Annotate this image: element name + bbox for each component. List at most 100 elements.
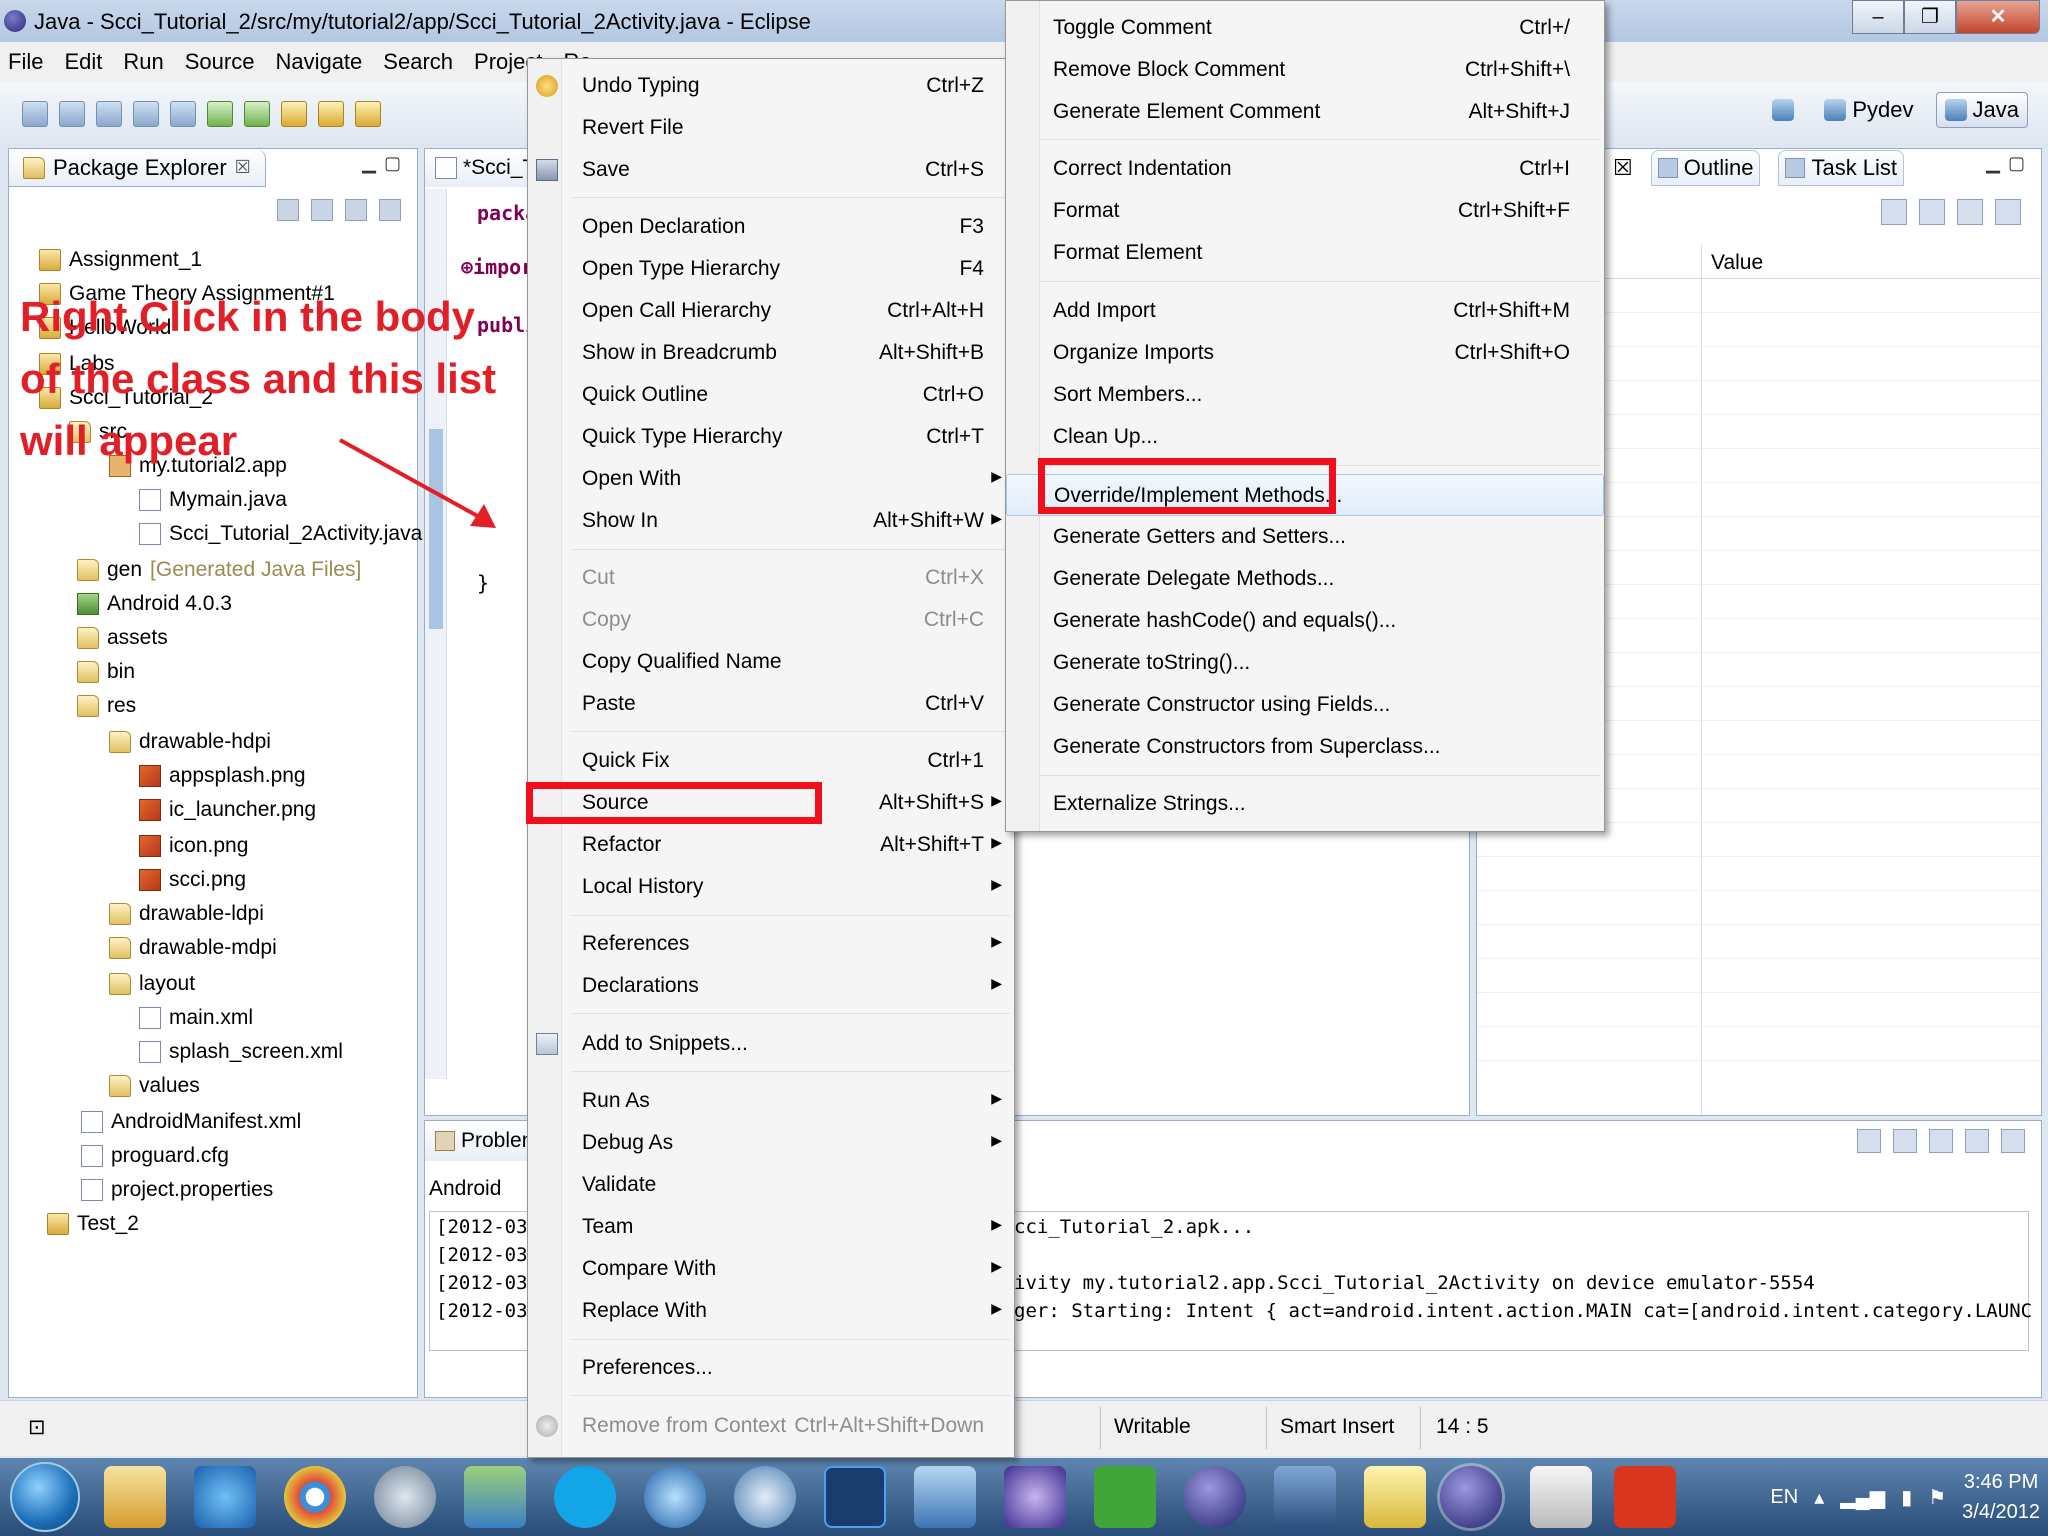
link-editor-icon[interactable] xyxy=(311,199,333,221)
qt-creator-icon[interactable] xyxy=(1094,1466,1156,1528)
submenu-item-format-element[interactable]: Format Element xyxy=(1006,232,1604,274)
menu-item-quick-outline[interactable]: Quick Outline Ctrl+O xyxy=(528,374,1014,416)
new-dropdown-icon[interactable] xyxy=(59,101,85,127)
eclipse-active-icon[interactable] xyxy=(1440,1466,1502,1528)
menu-item-validate[interactable]: Validate xyxy=(528,1164,1014,1206)
tree-item[interactable]: main.xml xyxy=(139,1001,253,1035)
menu-item-run-as[interactable]: Run As ▶ xyxy=(528,1080,1014,1122)
tree-item[interactable]: gen [Generated Java Files] xyxy=(77,553,361,587)
menu-item-debug-as[interactable]: Debug As ▶ xyxy=(528,1122,1014,1164)
menu-item-remove-from-context[interactable]: Remove from Context Ctrl+Alt+Shift+Down xyxy=(528,1405,1014,1447)
menu-item-refactor[interactable]: Refactor Alt+Shift+T ▶ xyxy=(528,824,1014,866)
signal-icon[interactable]: ▂▄▆ xyxy=(1840,1485,1885,1510)
menu-item-revert-file[interactable]: Revert File xyxy=(528,107,1014,149)
menu-search[interactable]: Search xyxy=(383,49,453,75)
close-view-icon[interactable]: ☒ xyxy=(235,157,251,178)
itunes-icon[interactable] xyxy=(644,1466,706,1528)
castle-app-icon[interactable] xyxy=(1274,1466,1336,1528)
photo-viewer-icon[interactable] xyxy=(914,1466,976,1528)
tree-item[interactable]: appsplash.png xyxy=(139,759,306,793)
menu-navigate[interactable]: Navigate xyxy=(275,49,362,75)
submenu-item-add-import[interactable]: Add Import Ctrl+Shift+M xyxy=(1006,290,1604,332)
menu-item-save[interactable]: Save Ctrl+S xyxy=(528,149,1014,191)
view-menu-icon[interactable] xyxy=(379,199,401,221)
tree-item[interactable]: Assignment_1 xyxy=(39,243,202,277)
menu-edit[interactable]: Edit xyxy=(64,49,102,75)
package-explorer-tab[interactable]: Package Explorer ☒ xyxy=(9,149,266,187)
perspective-java[interactable]: Java xyxy=(1935,92,2028,128)
menu-item-quick-type-hierarchy[interactable]: Quick Type Hierarchy Ctrl+T xyxy=(528,416,1014,458)
language-indicator[interactable]: EN xyxy=(1770,1486,1798,1509)
power-icon[interactable]: ▮ xyxy=(1901,1485,1912,1510)
presentation-icon[interactable] xyxy=(1614,1466,1676,1528)
save-all-icon[interactable] xyxy=(133,101,159,127)
submenu-item-clean-up[interactable]: Clean Up... xyxy=(1006,416,1604,458)
view-controls[interactable]: ▁▢ xyxy=(362,153,409,174)
tree-item[interactable]: project.properties xyxy=(81,1173,273,1207)
scroll-lock-icon[interactable] xyxy=(1893,1129,1917,1153)
submenu-item-sort-members[interactable]: Sort Members... xyxy=(1006,374,1604,416)
submenu-item-externalize-strings[interactable]: Externalize Strings... xyxy=(1006,783,1604,825)
submenu-item-format[interactable]: Format Ctrl+Shift+F xyxy=(1006,190,1604,232)
messenger-icon[interactable] xyxy=(464,1466,526,1528)
value-column-header[interactable]: Value xyxy=(1711,251,1763,275)
menu-item-show-in-breadcrumb[interactable]: Show in Breadcrumb Alt+Shift+B xyxy=(528,332,1014,374)
menu-source[interactable]: Source xyxy=(185,49,255,75)
submenu-item-generate-hashcode-equals[interactable]: Generate hashCode() and equals()... xyxy=(1006,600,1604,642)
tree-item[interactable]: Mymain.java xyxy=(139,483,287,517)
menu-item-declarations[interactable]: Declarations ▶ xyxy=(528,965,1014,1007)
menu-item-add-to-snippets[interactable]: Add to Snippets... xyxy=(528,1023,1014,1065)
menu-item-local-history[interactable]: Local History ▶ xyxy=(528,866,1014,908)
submenu-item-generate-getters-setters[interactable]: Generate Getters and Setters... xyxy=(1006,516,1604,558)
menu-item-undo-typing[interactable]: Undo Typing Ctrl+Z xyxy=(528,65,1014,107)
problems-tab[interactable]: Problen xyxy=(425,1121,544,1161)
submenu-item-generate-constructors-superclass[interactable]: Generate Constructors from Superclass... xyxy=(1006,726,1604,768)
view-controls[interactable]: ▁▢ xyxy=(1986,153,2033,174)
tab-task-list[interactable]: Task List xyxy=(1778,150,1905,186)
submenu-item-generate-element-comment[interactable]: Generate Element Comment Alt+Shift+J xyxy=(1006,91,1604,133)
maximize-button[interactable]: ❐ xyxy=(1904,0,1956,34)
menu-item-open-call-hierarchy[interactable]: Open Call Hierarchy Ctrl+Alt+H xyxy=(528,290,1014,332)
open-perspective-button[interactable] xyxy=(1764,95,1802,125)
filter-icon[interactable] xyxy=(345,199,367,221)
tree-item[interactable]: assets xyxy=(77,621,168,655)
internet-explorer-icon[interactable] xyxy=(194,1466,256,1528)
menu-item-copy[interactable]: Copy Ctrl+C xyxy=(528,599,1014,641)
tree-item[interactable]: values xyxy=(109,1069,200,1103)
tab-outline[interactable]: Outline xyxy=(1650,150,1761,186)
new-junit-icon[interactable] xyxy=(318,101,344,127)
hierarchy-icon[interactable] xyxy=(1881,199,1907,225)
menu-item-compare-with[interactable]: Compare With ▶ xyxy=(528,1248,1014,1290)
tree-item[interactable]: drawable-ldpi xyxy=(109,897,264,931)
tree-item[interactable]: drawable-hdpi xyxy=(109,725,271,759)
tree-item[interactable]: proguard.cfg xyxy=(81,1139,229,1173)
menu-item-replace-with[interactable]: Replace With ▶ xyxy=(528,1290,1014,1332)
print-icon[interactable] xyxy=(170,101,196,127)
menu-item-paste[interactable]: Paste Ctrl+V xyxy=(528,683,1014,725)
submenu-item-generate-tostring[interactable]: Generate toString()... xyxy=(1006,642,1604,684)
submenu-item-generate-delegate-methods[interactable]: Generate Delegate Methods... xyxy=(1006,558,1604,600)
tree-item[interactable]: res xyxy=(77,689,136,723)
menu-item-preferences[interactable]: Preferences... xyxy=(528,1347,1014,1389)
menu-item-team[interactable]: Team ▶ xyxy=(528,1206,1014,1248)
menu-file[interactable]: File xyxy=(8,49,43,75)
menu-item-cut[interactable]: Cut Ctrl+X xyxy=(528,557,1014,599)
tree-item[interactable]: scci.png xyxy=(139,863,246,897)
app-icon[interactable] xyxy=(1004,1466,1066,1528)
clock[interactable]: 3:46 PM 3/4/2012 xyxy=(1962,1467,2040,1527)
open-console-icon[interactable] xyxy=(2001,1129,2025,1153)
tree-item[interactable]: splash_screen.xml xyxy=(139,1035,343,1069)
save-icon[interactable] xyxy=(96,101,122,127)
tree-item[interactable]: Android 4.0.3 xyxy=(77,587,232,621)
submenu-item-correct-indentation[interactable]: Correct Indentation Ctrl+I xyxy=(1006,148,1604,190)
collapse-all-icon[interactable] xyxy=(277,199,299,221)
skype-icon[interactable] xyxy=(554,1466,616,1528)
close-view-icon[interactable]: ☒ xyxy=(1613,155,1633,181)
display-console-icon[interactable] xyxy=(1965,1129,1989,1153)
explorer-icon[interactable] xyxy=(104,1466,166,1528)
pin-console-icon[interactable] xyxy=(1929,1129,1953,1153)
perspective-pydev[interactable]: Pydev xyxy=(1816,93,1921,127)
menu-item-open-type-hierarchy[interactable]: Open Type Hierarchy F4 xyxy=(528,248,1014,290)
show-hidden-icons-icon[interactable]: ▴ xyxy=(1814,1485,1824,1510)
tree-item[interactable]: bin xyxy=(77,655,135,689)
